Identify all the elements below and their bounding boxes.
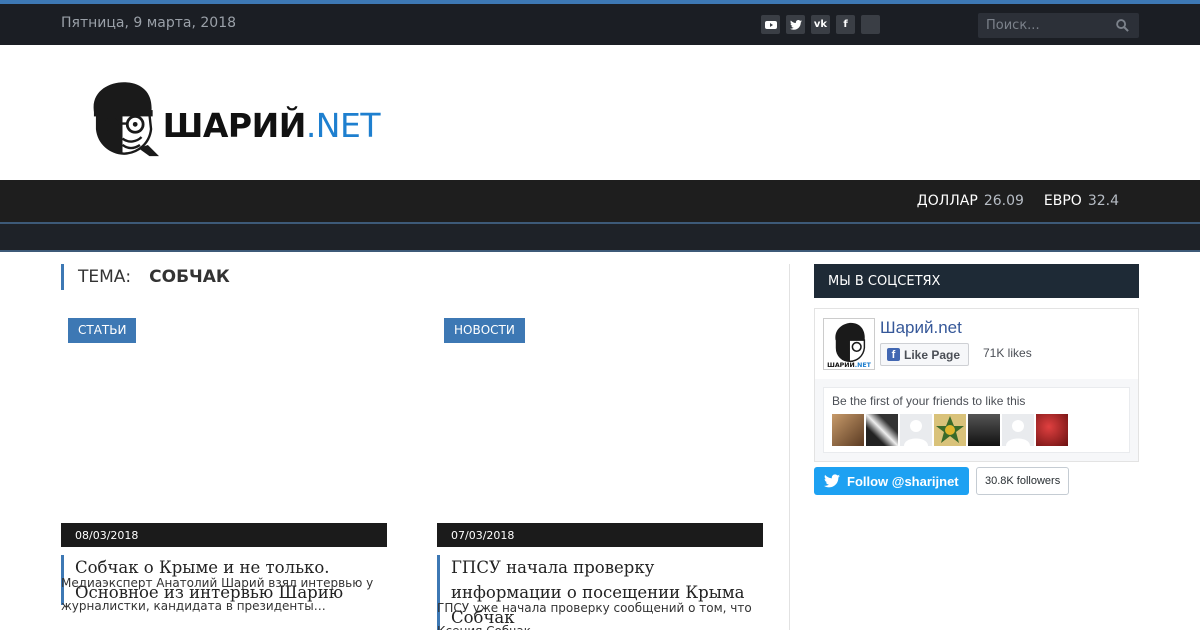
rate-eur: ЕВРО 32.4 <box>1043 193 1119 209</box>
facebook-like-count: 71K likes <box>983 346 1032 360</box>
friend-avatar[interactable] <box>866 414 898 446</box>
mascot-logo <box>93 82 159 157</box>
category-badge[interactable]: НОВОСТИ <box>444 318 525 343</box>
top-bar: Пятница, 9 марта, 2018 vk f <box>0 0 1200 45</box>
topic-label: ТЕМА: <box>78 267 132 287</box>
search-box <box>978 13 1139 38</box>
facebook-friends-box: Be the first of your friends to like thi… <box>823 387 1130 453</box>
youtube-icon[interactable] <box>761 15 780 34</box>
friend-avatar[interactable] <box>1036 414 1068 446</box>
blank-icon[interactable] <box>861 15 880 34</box>
facebook-widget: ШАРИЙ.NET Шарий.net f Like Page 71K like… <box>814 308 1139 462</box>
friend-avatar[interactable] <box>900 414 932 446</box>
facebook-friends-text: Be the first of your friends to like thi… <box>832 394 1026 408</box>
site-header: ШАРИЙ.NET <box>0 45 1200 180</box>
twitter-follow-button[interactable]: Follow @sharijnet <box>814 467 969 495</box>
logo-wordmark: ШАРИЙ.NET <box>162 105 381 145</box>
currency-rates: ДОЛЛАР 26.09 ЕВРО 32.4 <box>917 193 1119 209</box>
friend-avatar[interactable] <box>832 414 864 446</box>
twitter-icon[interactable] <box>786 15 805 34</box>
topic-heading: ТЕМА: СОБЧАК <box>61 264 230 290</box>
svg-text:ШАРИЙ.NET: ШАРИЙ.NET <box>827 360 871 369</box>
friend-avatar[interactable] <box>934 414 966 446</box>
search-input[interactable] <box>978 13 1108 38</box>
search-icon[interactable] <box>1116 19 1129 32</box>
main-nav: ДОЛЛАР 26.09 ЕВРО 32.4 <box>0 180 1200 222</box>
facebook-page-avatar[interactable]: ШАРИЙ.NET <box>823 318 875 370</box>
facebook-icon[interactable]: f <box>836 15 855 34</box>
facebook-page-name[interactable]: Шарий.net <box>880 318 962 338</box>
friend-avatar[interactable] <box>968 414 1000 446</box>
article-date: 07/03/2018 <box>437 523 763 547</box>
site-logo[interactable]: ШАРИЙ.NET <box>86 70 381 166</box>
rate-usd: ДОЛЛАР 26.09 <box>916 193 1024 209</box>
facebook-icon: f <box>887 348 900 361</box>
facebook-friend-avatars <box>832 414 1068 446</box>
sidebar-heading: МЫ В СОЦСЕТЯХ <box>814 264 1139 298</box>
friend-avatar[interactable] <box>1002 414 1034 446</box>
article-excerpt: ГПСУ уже начала проверку сообщений о том… <box>437 601 752 630</box>
facebook-page-header: ШАРИЙ.NET Шарий.net f Like Page 71K like… <box>815 309 1138 379</box>
article-excerpt: Медиаэксперт Анатолий Шарий взял интервь… <box>61 576 374 613</box>
sub-nav <box>0 222 1200 252</box>
twitter-bird-icon <box>824 474 840 488</box>
category-badge[interactable]: СТАТЬИ <box>68 318 137 343</box>
vk-icon[interactable]: vk <box>811 15 830 34</box>
twitter-follower-count[interactable]: 30.8K followers <box>976 467 1070 495</box>
current-date: Пятница, 9 марта, 2018 <box>61 15 237 31</box>
facebook-like-button[interactable]: f Like Page <box>880 343 970 366</box>
article-date: 08/03/2018 <box>61 523 387 547</box>
social-links: vk f <box>761 15 880 34</box>
column-divider <box>789 264 790 630</box>
topic-name: СОБЧАК <box>149 267 230 287</box>
